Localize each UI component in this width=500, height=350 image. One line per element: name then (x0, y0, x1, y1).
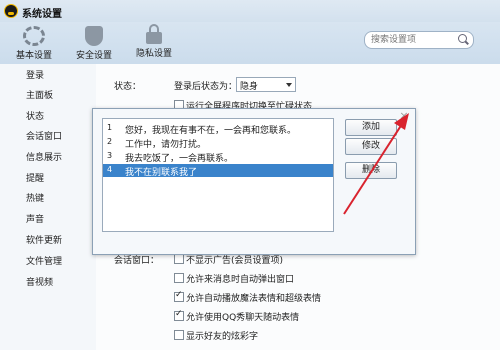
auto-popup-label: 允许来消息时自动弹出窗口 (186, 275, 295, 285)
login-status-value: 隐身 (240, 82, 259, 92)
privacy-settings-label: 隐私设置 (135, 49, 172, 59)
list-item[interactable]: 1 您好，我现在有事不在，一会再和您联系。 (103, 122, 333, 136)
security-settings-button[interactable]: 安全设置 (66, 22, 122, 62)
sidebar-item-audio-video[interactable]: 音视频 (26, 275, 53, 288)
sidebar-item-software-update[interactable]: 软件更新 (26, 233, 62, 246)
login-status-label: 登录后状态为： (174, 82, 238, 92)
magic-emoticon-label: 允许自动播放魔法表情和超级表情 (186, 294, 322, 304)
sidebar-item-status[interactable]: 状态 (26, 109, 44, 122)
basic-settings-button[interactable]: 基本设置 (6, 22, 62, 62)
list-item-number: 3 (107, 151, 113, 160)
sidebar-item-sound[interactable]: 声音 (26, 212, 44, 225)
auto-popup-checkbox[interactable] (174, 273, 184, 283)
colorful-text-label: 显示好友的炫彩字 (186, 332, 259, 342)
sidebar-item-login[interactable]: 登录 (26, 68, 44, 81)
sidebar: 登录 主面板 状态 会话窗口 信息展示 提醒 热键 声音 软件更新 文件管理 音… (0, 64, 97, 350)
sidebar-item-session-window[interactable]: 会话窗口 (26, 129, 62, 142)
title-bar (0, 0, 500, 22)
qq-penguin-icon (4, 4, 18, 18)
privacy-settings-button[interactable]: 隐私设置 (126, 22, 182, 62)
basic-settings-label: 基本设置 (15, 51, 52, 61)
annotation-arrow-icon (343, 113, 409, 215)
lock-icon (146, 24, 162, 44)
list-item-selected[interactable]: 4 我不在别联系我了 (103, 164, 333, 178)
chevron-down-icon (286, 83, 292, 87)
sidebar-item-reminders[interactable]: 提醒 (26, 171, 44, 184)
sidebar-item-hotkeys[interactable]: 热键 (26, 191, 44, 204)
qqshow-emoticon-checkbox[interactable] (174, 309, 184, 321)
search-input[interactable] (371, 33, 451, 46)
list-item-text: 您好，我现在有事不在，一会再和您联系。 (125, 126, 297, 136)
list-item-text: 工作中，请勿打扰。 (125, 140, 207, 150)
magic-emoticon-checkbox[interactable] (174, 290, 184, 302)
login-status-select[interactable]: 隐身 (236, 77, 296, 92)
shield-icon (85, 26, 103, 46)
security-settings-label: 安全设置 (75, 51, 112, 61)
list-item-number: 4 (107, 165, 113, 174)
status-section-label: 状态： (114, 82, 142, 92)
sidebar-item-file-management[interactable]: 文件管理 (26, 254, 62, 267)
list-item-text: 我不在别联系我了 (125, 168, 198, 178)
list-item[interactable]: 3 我去吃饭了，一会再联系。 (103, 150, 333, 164)
qqshow-emoticon-label: 允许使用QQ秀聊天随动表情 (186, 313, 300, 323)
list-item-number: 1 (107, 123, 113, 132)
gear-icon (23, 26, 45, 46)
no-ads-checkbox[interactable] (174, 254, 184, 264)
sidebar-item-main-panel[interactable]: 主面板 (26, 88, 53, 101)
colorful-text-checkbox[interactable] (174, 330, 184, 340)
list-item[interactable]: 2 工作中，请勿打扰。 (103, 136, 333, 150)
list-item-number: 2 (107, 137, 113, 146)
window-title: 系统设置 (22, 9, 62, 20)
auto-reply-list: 1 您好，我现在有事不在，一会再和您联系。 2 工作中，请勿打扰。 3 我去吃饭… (102, 118, 334, 232)
sidebar-item-info-display[interactable]: 信息展示 (26, 150, 62, 163)
list-item-text: 我去吃饭了，一会再联系。 (125, 154, 234, 164)
search-icon[interactable] (458, 34, 467, 43)
